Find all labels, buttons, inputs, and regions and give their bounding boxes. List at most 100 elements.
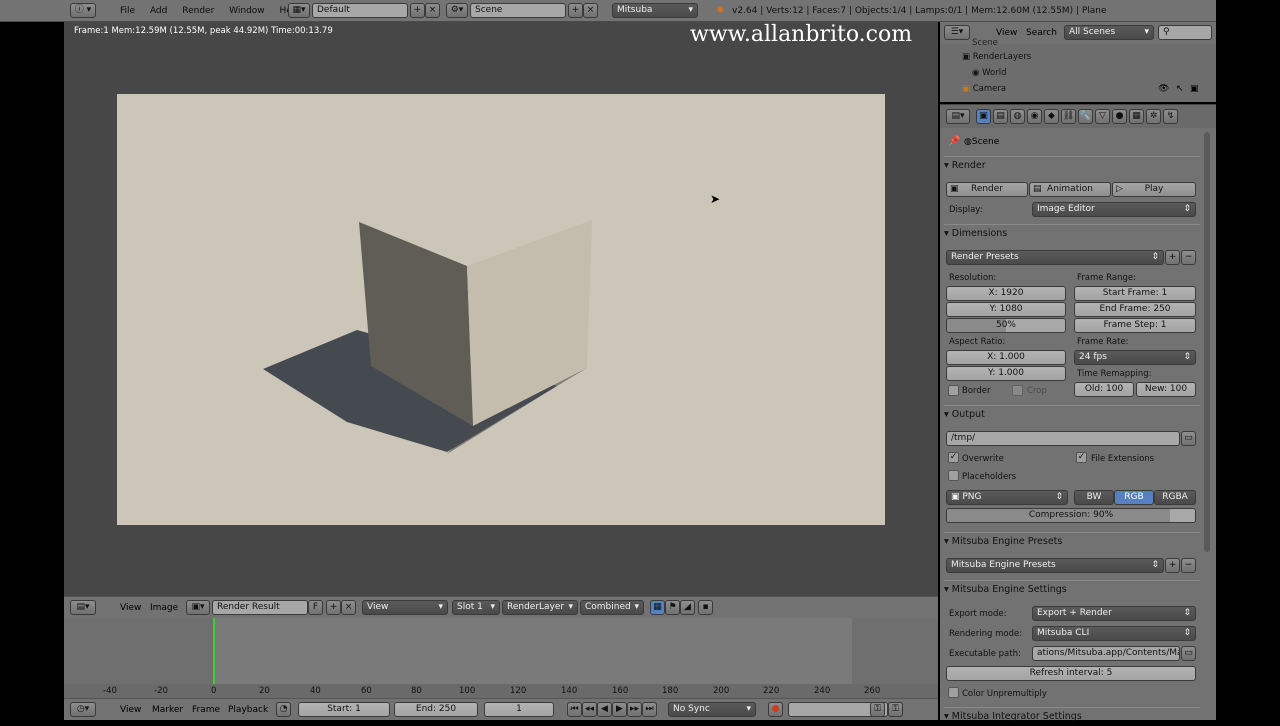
output-path-input[interactable]: /tmp/: [946, 431, 1180, 446]
mitsuba-preset-remove-icon[interactable]: −: [1181, 558, 1196, 573]
menu-image[interactable]: Image: [150, 603, 178, 613]
overwrite-checkbox[interactable]: ✓: [948, 452, 959, 463]
layout-remove-icon[interactable]: ×: [425, 3, 440, 18]
render-slot-icon[interactable]: ▪: [698, 600, 713, 615]
menu-window[interactable]: Window: [229, 6, 265, 16]
aspect-y-field[interactable]: Y: 1.000: [946, 366, 1066, 381]
world-tab-icon[interactable]: ◉: [1027, 109, 1042, 124]
cursor-restrict-icon[interactable]: ↖: [1176, 84, 1184, 94]
export-mode-select[interactable]: Export + Render ⇕: [1032, 606, 1196, 621]
record-icon[interactable]: ●: [768, 702, 783, 717]
refresh-interval-field[interactable]: Refresh interval: 5: [946, 666, 1196, 681]
render-tab-icon[interactable]: ▣: [976, 109, 991, 124]
preset-remove-icon[interactable]: −: [1181, 250, 1196, 265]
mitsuba-preset-add-icon[interactable]: +: [1165, 558, 1180, 573]
slot-select[interactable]: Slot 1 ▾: [452, 600, 500, 615]
color-bw-button[interactable]: BW: [1074, 490, 1114, 505]
animation-button[interactable]: ▤ Animation: [1029, 182, 1111, 197]
folder-icon[interactable]: ▭: [1181, 431, 1196, 446]
preset-add-icon[interactable]: +: [1165, 250, 1180, 265]
menu-view[interactable]: View: [120, 603, 141, 613]
file-extensions-checkbox[interactable]: ✓: [1076, 452, 1087, 463]
modifiers-tab-icon[interactable]: 🔧: [1078, 109, 1093, 124]
texture-tab-icon[interactable]: ▦: [1129, 109, 1144, 124]
properties-scrollbar[interactable]: [1204, 132, 1210, 552]
render-engine-select[interactable]: Mitsuba ▾: [612, 3, 698, 18]
color-rgb-button[interactable]: RGB: [1114, 490, 1154, 505]
placeholders-checkbox[interactable]: [948, 470, 959, 481]
menu-file[interactable]: File: [120, 6, 135, 16]
play-icon[interactable]: ▶: [612, 702, 627, 717]
scene-tab-icon[interactable]: ◍: [1010, 109, 1025, 124]
image-remove-icon[interactable]: ×: [341, 600, 356, 615]
timeline-editor-icon[interactable]: ◷▾: [70, 702, 96, 717]
dimensions-panel-header[interactable]: ▾ Dimensions: [944, 224, 1200, 242]
outliner-editor-icon[interactable]: ☰▾: [944, 25, 970, 40]
start-frame-setting[interactable]: Start Frame: 1: [1074, 286, 1196, 301]
color-rgba-button[interactable]: RGBA: [1154, 490, 1196, 505]
border-checkbox[interactable]: [948, 385, 959, 396]
compression-slider[interactable]: Compression: 90%: [946, 508, 1196, 523]
image-add-icon[interactable]: +: [326, 600, 341, 615]
particles-tab-icon[interactable]: ✲: [1146, 109, 1161, 124]
menu-render[interactable]: Render: [182, 6, 214, 16]
scene-icon[interactable]: ⚙▾: [446, 3, 468, 18]
fake-user-button[interactable]: F: [308, 600, 323, 615]
layer-select[interactable]: RenderLayer ▾: [502, 600, 578, 615]
frame-rate-select[interactable]: 24 fps ⇕: [1074, 350, 1196, 365]
image-viewer[interactable]: Frame:1 Mem:12.59M (12.55M, peak 44.92M)…: [64, 22, 938, 596]
delete-keyframe-icon[interactable]: ⚿: [888, 702, 903, 717]
aspect-x-field[interactable]: X: 1.000: [946, 350, 1066, 365]
jump-key-forward-icon[interactable]: ▸▸: [627, 702, 642, 717]
layout-field[interactable]: Default: [312, 3, 408, 18]
mitsuba-presets-select[interactable]: Mitsuba Engine Presets ⇕: [946, 558, 1164, 573]
render-layers-tab-icon[interactable]: ▤: [993, 109, 1008, 124]
outliner-item-renderlayers[interactable]: ▣ RenderLayers: [962, 52, 1031, 62]
remap-new-field[interactable]: New: 100: [1136, 382, 1196, 397]
display-select[interactable]: Image Editor ⇕: [1032, 202, 1196, 217]
render-button[interactable]: ▣ Render: [946, 182, 1028, 197]
resolution-y-field[interactable]: Y: 1080: [946, 302, 1066, 317]
mitsuba-settings-header[interactable]: ▾ Mitsuba Engine Settings: [944, 580, 1200, 598]
insert-keyframe-icon[interactable]: ⚿: [870, 702, 885, 717]
outliner-filter-select[interactable]: All Scenes ▾: [1064, 25, 1154, 40]
play-reverse-icon[interactable]: ◀: [597, 702, 612, 717]
color-unpremultiply-checkbox[interactable]: [948, 687, 959, 698]
timeline-menu-view[interactable]: View: [120, 705, 141, 715]
rendering-mode-select[interactable]: Mitsuba CLI ⇕: [1032, 626, 1196, 641]
outliner-item-world[interactable]: ◉ World: [972, 68, 1006, 78]
image-name-field[interactable]: Render Result: [212, 600, 308, 615]
current-frame-field[interactable]: 1: [484, 702, 554, 717]
preview-range-icon[interactable]: ◔: [276, 702, 291, 717]
pass-select[interactable]: Combined ▾: [580, 600, 644, 615]
scene-remove-icon[interactable]: ×: [583, 3, 598, 18]
layout-add-icon[interactable]: +: [410, 3, 425, 18]
menu-add[interactable]: Add: [150, 6, 167, 16]
start-frame-field[interactable]: Start: 1: [298, 702, 390, 717]
outliner-item-scene[interactable]: Scene: [972, 38, 998, 48]
render-restrict-icon[interactable]: ▣: [1190, 84, 1199, 94]
executable-path-input[interactable]: ations/Mitsuba.app/Contents/MacOS: [1032, 646, 1180, 661]
pin-icon[interactable]: 📌: [948, 136, 960, 147]
view-select[interactable]: View ▾: [362, 600, 448, 615]
play-button[interactable]: ▷ Play: [1112, 182, 1196, 197]
outliner-menu-view[interactable]: View: [996, 28, 1017, 38]
data-tab-icon[interactable]: ▽: [1095, 109, 1110, 124]
mitsuba-integrator-header[interactable]: ▾ Mitsuba Integrator Settings: [944, 707, 1200, 725]
eye-icon[interactable]: 👁: [1158, 84, 1169, 94]
outliner-search-input[interactable]: ⚲: [1158, 25, 1212, 40]
render-panel-header[interactable]: ▾ Render: [944, 156, 1200, 174]
timeline-area[interactable]: [64, 618, 938, 684]
resolution-x-field[interactable]: X: 1920: [946, 286, 1066, 301]
render-presets-select[interactable]: Render Presets ⇕: [946, 250, 1164, 265]
image-browse-icon[interactable]: ▣▾: [186, 600, 210, 615]
file-format-select[interactable]: ▣ PNG ⇕: [946, 490, 1068, 505]
properties-editor-icon[interactable]: ▤▾: [946, 109, 970, 124]
timeline-menu-frame[interactable]: Frame: [192, 705, 220, 715]
output-panel-header[interactable]: ▾ Output: [944, 405, 1200, 423]
timeline-menu-playback[interactable]: Playback: [228, 705, 268, 715]
draw-icon[interactable]: ◢: [680, 600, 695, 615]
resolution-percent-slider[interactable]: 50%: [946, 318, 1066, 333]
scene-field[interactable]: Scene: [470, 3, 566, 18]
end-frame-setting[interactable]: End Frame: 250: [1074, 302, 1196, 317]
